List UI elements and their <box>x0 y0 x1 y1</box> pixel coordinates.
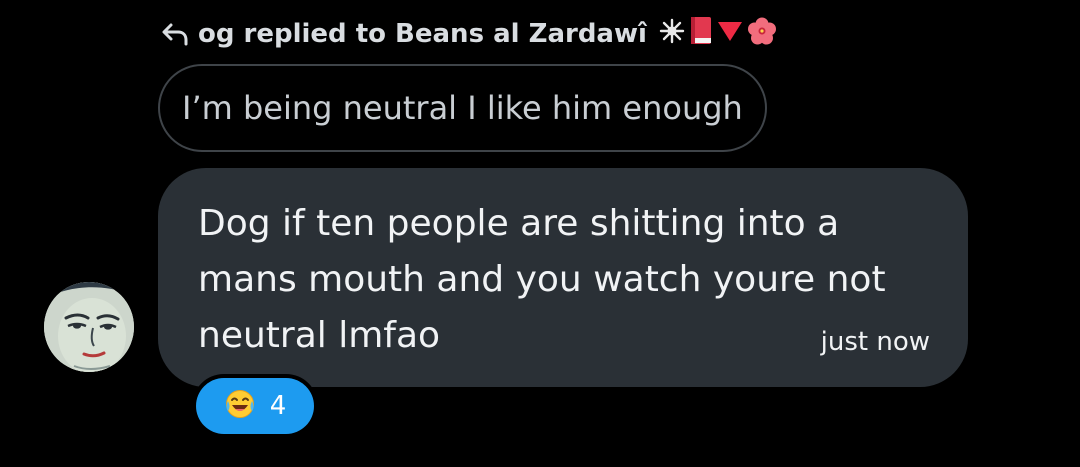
laughing-tears-icon <box>224 388 256 424</box>
quoted-message[interactable]: I’m being neutral I like him enough <box>158 64 767 152</box>
hibiscus-icon <box>747 16 777 53</box>
display-name-emojis <box>659 16 777 53</box>
red-triangle-icon <box>717 19 743 50</box>
reply-arrow-icon <box>160 21 190 47</box>
avatar[interactable] <box>44 282 134 372</box>
sparkle-icon <box>659 18 685 51</box>
reaction-pill[interactable]: 4 <box>196 378 314 434</box>
message-timestamp: just now <box>820 327 930 357</box>
reaction-badge[interactable]: 4 <box>192 374 318 438</box>
dm-thread: og replied to Beans al Zardawî I’m being… <box>0 0 1080 467</box>
reply-context: og replied to Beans al Zardawî <box>160 14 777 54</box>
reply-context-text: og replied to Beans al Zardawî <box>198 19 647 49</box>
message-bubble[interactable]: Dog if ten people are shitting into a ma… <box>158 168 968 387</box>
reaction-count: 4 <box>269 391 287 421</box>
quoted-message-text: I’m being neutral I like him enough <box>182 89 743 127</box>
red-book-icon <box>689 16 713 53</box>
message-text: Dog if ten people are shitting into a ma… <box>198 203 886 356</box>
